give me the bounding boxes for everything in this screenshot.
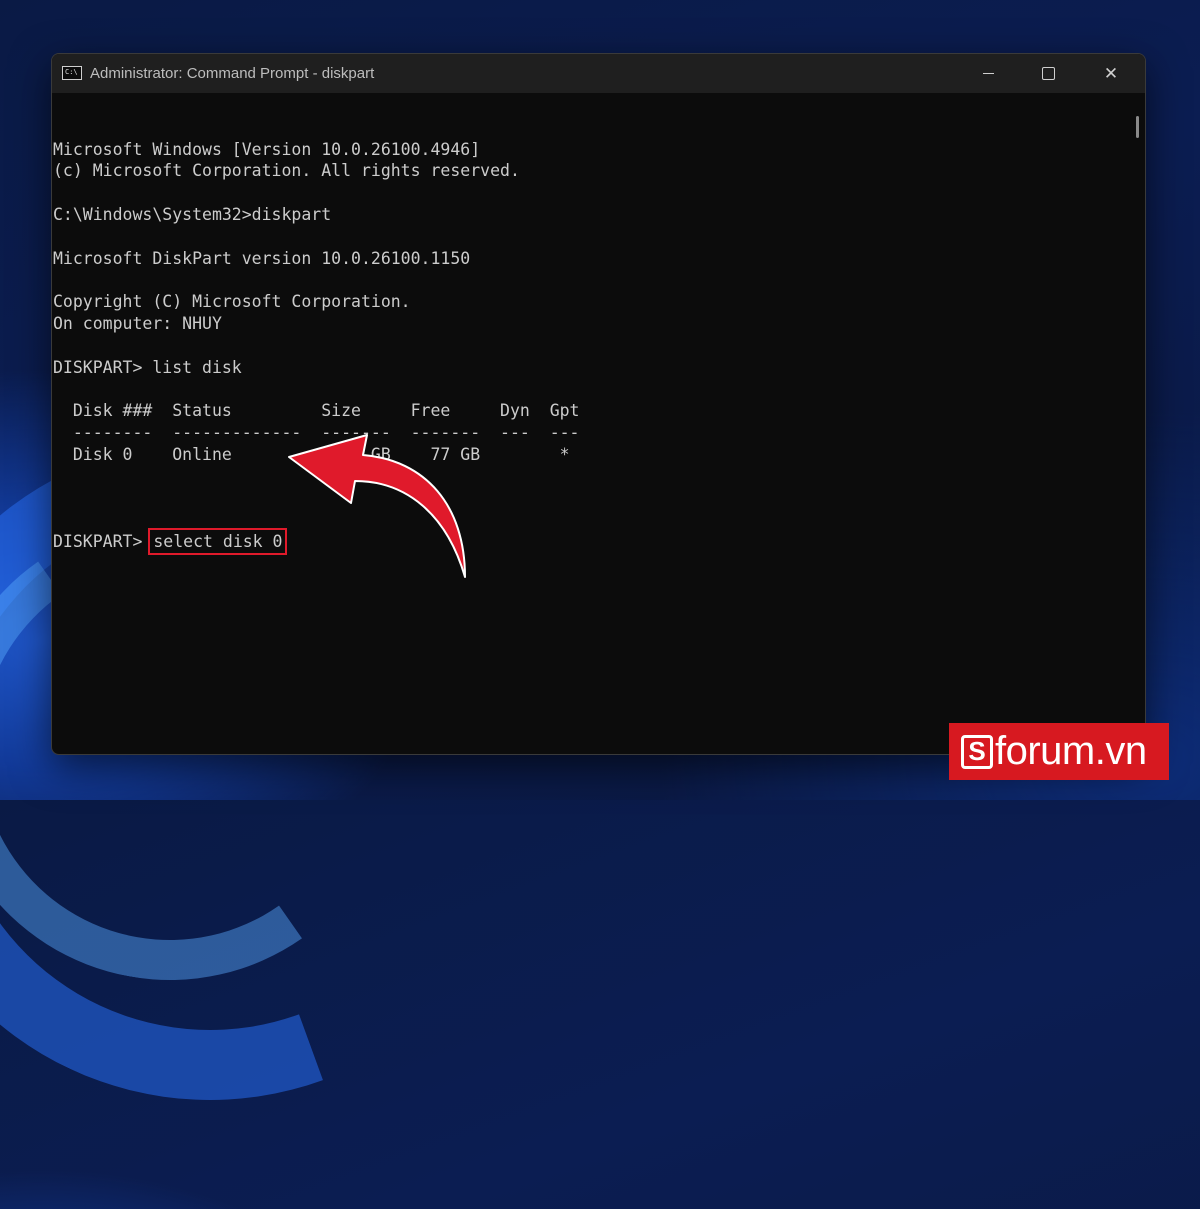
scrollbar-thumb[interactable] [1136,116,1139,138]
command-prompt-window[interactable]: C:\ Administrator: Command Prompt - disk… [51,53,1146,755]
console-line: DISKPART> list disk [53,357,242,377]
console-line: Microsoft Windows [Version 10.0.26100.49… [53,139,481,159]
close-button[interactable]: ✕ [1082,54,1140,93]
maximize-icon [1041,67,1055,80]
console-line: Disk ### Status Size Free Dyn Gpt [53,401,580,421]
maximize-button[interactable] [1019,54,1077,93]
console-line: Copyright (C) Microsoft Corporation. [53,292,411,312]
highlighted-command: select disk 0 [148,527,288,555]
current-prompt-line: DISKPART> select disk 0 [53,527,1119,555]
sforum-watermark: S forum.vn [949,723,1169,780]
console-line: Disk 0 Online 476 GB 77 GB * [72,444,570,464]
window-title: Administrator: Command Prompt - diskpart [90,65,375,82]
close-icon: ✕ [1103,63,1119,84]
console-line: -------- ------------- ------- ------- -… [53,422,580,442]
prompt: DISKPART> [53,531,153,551]
title-bar[interactable]: C:\ Administrator: Command Prompt - disk… [52,54,1145,93]
console-line: Microsoft DiskPart version 10.0.26100.11… [53,248,471,268]
cmd-icon: C:\ [62,66,82,80]
console-lines: Microsoft Windows [Version 10.0.26100.49… [53,139,1119,488]
minimize-button[interactable] [959,54,1017,93]
sforum-logo-icon: S [961,734,993,769]
console-line: C:\Windows\System32>diskpart [53,204,332,224]
console-line: (c) Microsoft Corporation. All rights re… [53,161,520,181]
console-output[interactable]: Microsoft Windows [Version 10.0.26100.49… [52,93,1119,754]
minimize-icon [982,73,994,74]
watermark-text: forum.vn [995,729,1147,773]
console-line: On computer: NHUY [53,313,222,333]
red-arrow-annotation [288,434,466,578]
